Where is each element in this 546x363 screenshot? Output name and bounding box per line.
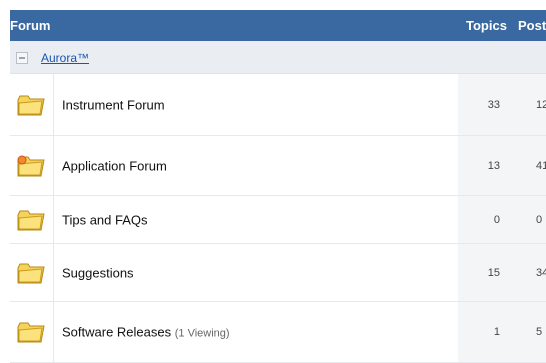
posts-count: 122 xyxy=(536,98,546,111)
forum-row-tips[interactable]: Tips and FAQs 0 0 xyxy=(10,196,546,244)
posts-count: 5 xyxy=(536,326,543,338)
forum-title[interactable]: Tips and FAQs xyxy=(62,212,148,227)
forum-title[interactable]: Suggestions xyxy=(62,265,134,280)
viewing-count: (1 Viewing) xyxy=(174,327,230,340)
posts-count: 34 xyxy=(536,266,546,279)
forum-row-application[interactable]: Application Forum 13 41 xyxy=(10,136,546,196)
forum-row-suggestions[interactable]: Suggestions 15 34 xyxy=(10,244,546,302)
forum-table: Forum Topics Posts Aurora™ Instrument Fo… xyxy=(10,10,546,363)
topics-count: 0 xyxy=(493,213,500,226)
topics-count: 13 xyxy=(487,159,500,172)
posts-count: 0 xyxy=(536,213,543,226)
collapse-icon[interactable] xyxy=(16,52,28,64)
forum-title[interactable]: Instrument Forum xyxy=(62,97,165,112)
folder-icon xyxy=(17,322,45,343)
folder-new-icon xyxy=(17,155,45,176)
posts-count: 41 xyxy=(536,159,546,172)
forum-row-instrument[interactable]: Instrument Forum 33 122 xyxy=(10,74,546,136)
forum-title[interactable]: Application Forum xyxy=(62,158,167,173)
topics-count: 33 xyxy=(487,98,500,111)
topics-count: 15 xyxy=(487,266,500,279)
column-posts: Posts xyxy=(518,18,546,33)
folder-icon xyxy=(17,95,45,115)
folder-icon xyxy=(17,263,45,283)
column-forum: Forum xyxy=(10,18,51,33)
table-header: Forum Topics Posts xyxy=(10,10,546,41)
column-topics: Topics xyxy=(466,18,507,33)
folder-icon xyxy=(17,210,45,230)
category-link[interactable]: Aurora™ xyxy=(41,51,89,65)
forum-title[interactable]: Software Releases (1 Viewing) xyxy=(62,325,230,340)
forum-row-software[interactable]: Software Releases (1 Viewing) 1 5 xyxy=(10,302,546,363)
category-row: Aurora™ xyxy=(10,41,546,74)
topics-count: 1 xyxy=(493,326,500,338)
